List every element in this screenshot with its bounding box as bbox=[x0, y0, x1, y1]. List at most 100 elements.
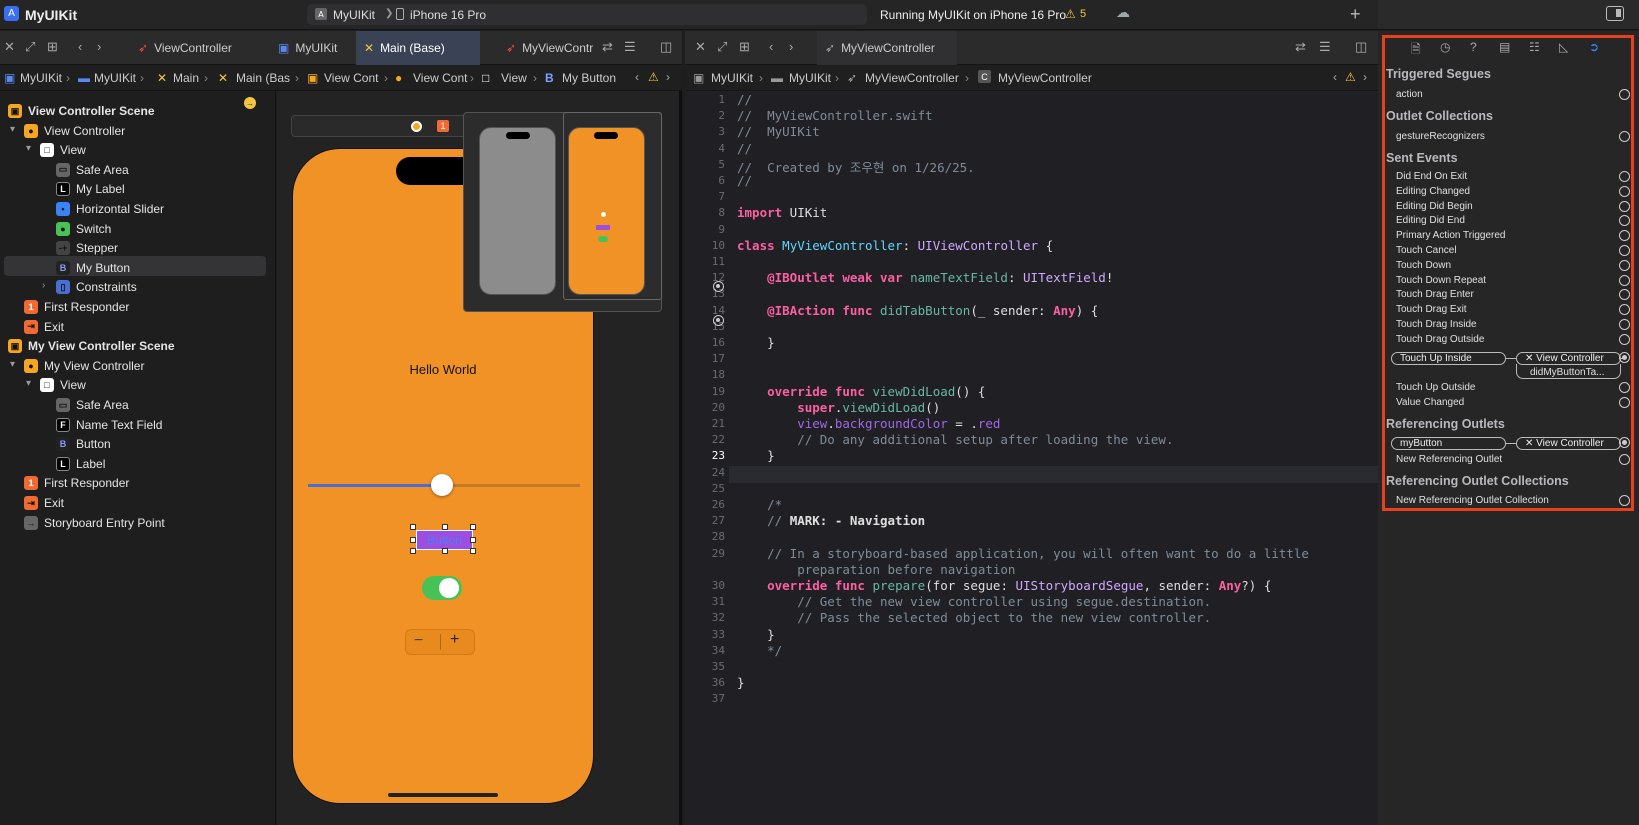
grid-icon[interactable]: ⊞ bbox=[47, 39, 58, 55]
swap-icon[interactable]: ⇄ bbox=[1295, 39, 1306, 55]
path-item[interactable]: Main (Bas bbox=[236, 71, 290, 85]
outlet-connection-icon[interactable] bbox=[713, 281, 724, 292]
hello-label[interactable]: Hello World bbox=[400, 362, 486, 377]
expand-icon[interactable]: ⤢ bbox=[717, 39, 727, 55]
outline-item[interactable]: ▣ View Controller Scene bbox=[8, 101, 155, 121]
outline-item[interactable]: ● Switch bbox=[56, 219, 111, 239]
code-line[interactable]: // Do any additional setup after loading… bbox=[737, 432, 1173, 447]
code-line[interactable]: super.viewDidLoad() bbox=[737, 400, 940, 415]
disclosure-triangle-icon[interactable]: ▾ bbox=[26, 378, 31, 389]
outline-item[interactable]: □ View bbox=[40, 375, 86, 395]
close-icon[interactable]: ✕ bbox=[695, 39, 706, 55]
outline-item[interactable]: ▭ Safe Area bbox=[56, 395, 129, 415]
code-line[interactable]: @IBAction func didTabButton(_ sender: An… bbox=[737, 303, 1098, 318]
outline-item[interactable]: ▭ Safe Area bbox=[56, 160, 129, 180]
lines-icon[interactable]: ☰ bbox=[1319, 39, 1331, 55]
forward-icon[interactable]: › bbox=[97, 39, 101, 54]
path-item[interactable]: View Cont bbox=[324, 71, 378, 85]
outline-item[interactable]: ● My View Controller bbox=[24, 356, 144, 376]
warning-icon[interactable]: ⚠ bbox=[1345, 70, 1356, 84]
source-editor[interactable] bbox=[685, 91, 1378, 825]
path-item[interactable]: View Cont bbox=[413, 71, 467, 85]
code-line[interactable]: override func prepare(for segue: UIStory… bbox=[737, 578, 1271, 593]
path-item[interactable]: MyUIKit bbox=[789, 71, 831, 85]
next-issue-icon[interactable]: › bbox=[666, 70, 670, 84]
scene-thumbnail-view-controller[interactable] bbox=[479, 127, 556, 295]
outline-item[interactable]: 1 First Responder bbox=[24, 297, 129, 317]
inspector-toggle-icon[interactable] bbox=[1606, 6, 1624, 21]
code-line[interactable]: // bbox=[737, 173, 752, 188]
code-line[interactable]: override func viewDidLoad() { bbox=[737, 384, 985, 399]
warning-icon[interactable]: ⚠ bbox=[648, 70, 659, 84]
disclosure-triangle-icon[interactable]: › bbox=[42, 280, 45, 291]
device-selector[interactable]: iPhone 16 Pro bbox=[410, 8, 486, 22]
resize-handle[interactable] bbox=[410, 537, 416, 543]
resize-handle[interactable] bbox=[470, 524, 476, 530]
cloud-icon[interactable]: ☁ bbox=[1114, 5, 1132, 21]
code-line[interactable]: // MyUIKit bbox=[737, 124, 820, 139]
outline-item[interactable]: ⇥ Exit bbox=[24, 317, 64, 337]
previous-issue-icon[interactable]: ‹ bbox=[1333, 70, 1337, 84]
code-line[interactable]: @IBOutlet weak var nameTextField: UIText… bbox=[737, 270, 1113, 285]
tab-myviewcontroller[interactable]: ➶ MyViewContr bbox=[498, 31, 594, 65]
back-icon[interactable]: ‹ bbox=[78, 39, 82, 54]
code-line[interactable]: } bbox=[737, 675, 745, 690]
previous-issue-icon[interactable]: ‹ bbox=[635, 70, 639, 84]
forward-icon[interactable]: › bbox=[789, 39, 793, 54]
code-line[interactable]: // Pass the selected object to the new v… bbox=[737, 610, 1211, 625]
outline-item[interactable]: F Name Text Field bbox=[56, 415, 162, 435]
stepper-minus-icon[interactable]: − bbox=[414, 632, 423, 650]
code-line[interactable]: preparation before navigation bbox=[737, 562, 1015, 577]
code-line[interactable]: } bbox=[737, 448, 775, 463]
outline-item[interactable]: □ View bbox=[40, 140, 86, 160]
disclosure-triangle-icon[interactable]: ▾ bbox=[26, 143, 31, 154]
code-line[interactable]: // Created by 조우현 on 1/26/25. bbox=[737, 157, 975, 176]
code-line[interactable]: } bbox=[737, 335, 775, 350]
outline-item[interactable]: ⇥ Exit bbox=[24, 493, 64, 513]
path-item[interactable]: MyUIKit bbox=[20, 71, 62, 85]
outline-item[interactable]: 1 First Responder bbox=[24, 473, 129, 493]
tab-main-base[interactable]: ✕ Main (Base) bbox=[356, 31, 480, 65]
code-line[interactable]: // bbox=[737, 141, 752, 156]
resize-handle[interactable] bbox=[410, 548, 416, 554]
stepper-plus-icon[interactable]: + bbox=[450, 631, 459, 649]
next-issue-icon[interactable]: › bbox=[1363, 70, 1367, 84]
tab-viewcontroller[interactable]: ➶ ViewController bbox=[130, 31, 270, 65]
split-icon[interactable]: ◫ bbox=[1355, 39, 1367, 55]
outline-item[interactable]: ● View Controller bbox=[24, 121, 125, 141]
code-line[interactable]: // bbox=[737, 92, 752, 107]
code-line[interactable]: view.backgroundColor = .red bbox=[737, 416, 1000, 431]
action-connection-icon[interactable] bbox=[713, 315, 724, 326]
resize-handle[interactable] bbox=[470, 548, 476, 554]
code-line[interactable]: import UIKit bbox=[737, 205, 827, 220]
outline-item[interactable]: B Button bbox=[56, 434, 111, 454]
path-item[interactable]: MyUIKit bbox=[94, 71, 136, 85]
path-item[interactable]: Main bbox=[173, 71, 199, 85]
outline-item[interactable]: B My Button bbox=[56, 258, 130, 278]
code-line[interactable]: } bbox=[737, 627, 775, 642]
scheme-selector[interactable]: MyUIKit bbox=[333, 8, 375, 22]
resize-handle[interactable] bbox=[470, 537, 476, 543]
outline-item[interactable]: • Horizontal Slider bbox=[56, 199, 164, 219]
path-item[interactable]: MyViewController bbox=[998, 71, 1092, 85]
expand-icon[interactable]: ⤢ bbox=[25, 39, 35, 55]
code-line[interactable]: class MyViewController: UIViewController… bbox=[737, 238, 1053, 253]
warning-icon[interactable]: ⚠ bbox=[1065, 7, 1076, 21]
code-line[interactable]: // Get the new view controller using seg… bbox=[737, 594, 1211, 609]
swap-icon[interactable]: ⇄ bbox=[602, 39, 613, 55]
tab-myviewcontroller[interactable]: ➶ MyViewController bbox=[817, 31, 957, 65]
outline-item[interactable]: → Storyboard Entry Point bbox=[24, 513, 165, 533]
lines-icon[interactable]: ☰ bbox=[624, 39, 636, 55]
view-controller-icon[interactable] bbox=[411, 121, 422, 132]
resize-handle[interactable] bbox=[442, 524, 448, 530]
grid-icon[interactable]: ⊞ bbox=[739, 39, 750, 55]
first-responder-icon[interactable]: 1 bbox=[437, 120, 449, 132]
arrow-icon[interactable]: → bbox=[244, 97, 256, 109]
outline-item[interactable]: L Label bbox=[56, 454, 105, 474]
slider-thumb[interactable] bbox=[431, 474, 453, 496]
disclosure-triangle-icon[interactable]: ▾ bbox=[10, 359, 15, 370]
outline-item[interactable]: ▯ Constraints bbox=[56, 277, 137, 297]
outline-item[interactable]: ▣ My View Controller Scene bbox=[8, 336, 175, 356]
disclosure-triangle-icon[interactable]: ▾ bbox=[10, 124, 15, 135]
add-tab-icon[interactable]: + bbox=[1350, 4, 1361, 25]
